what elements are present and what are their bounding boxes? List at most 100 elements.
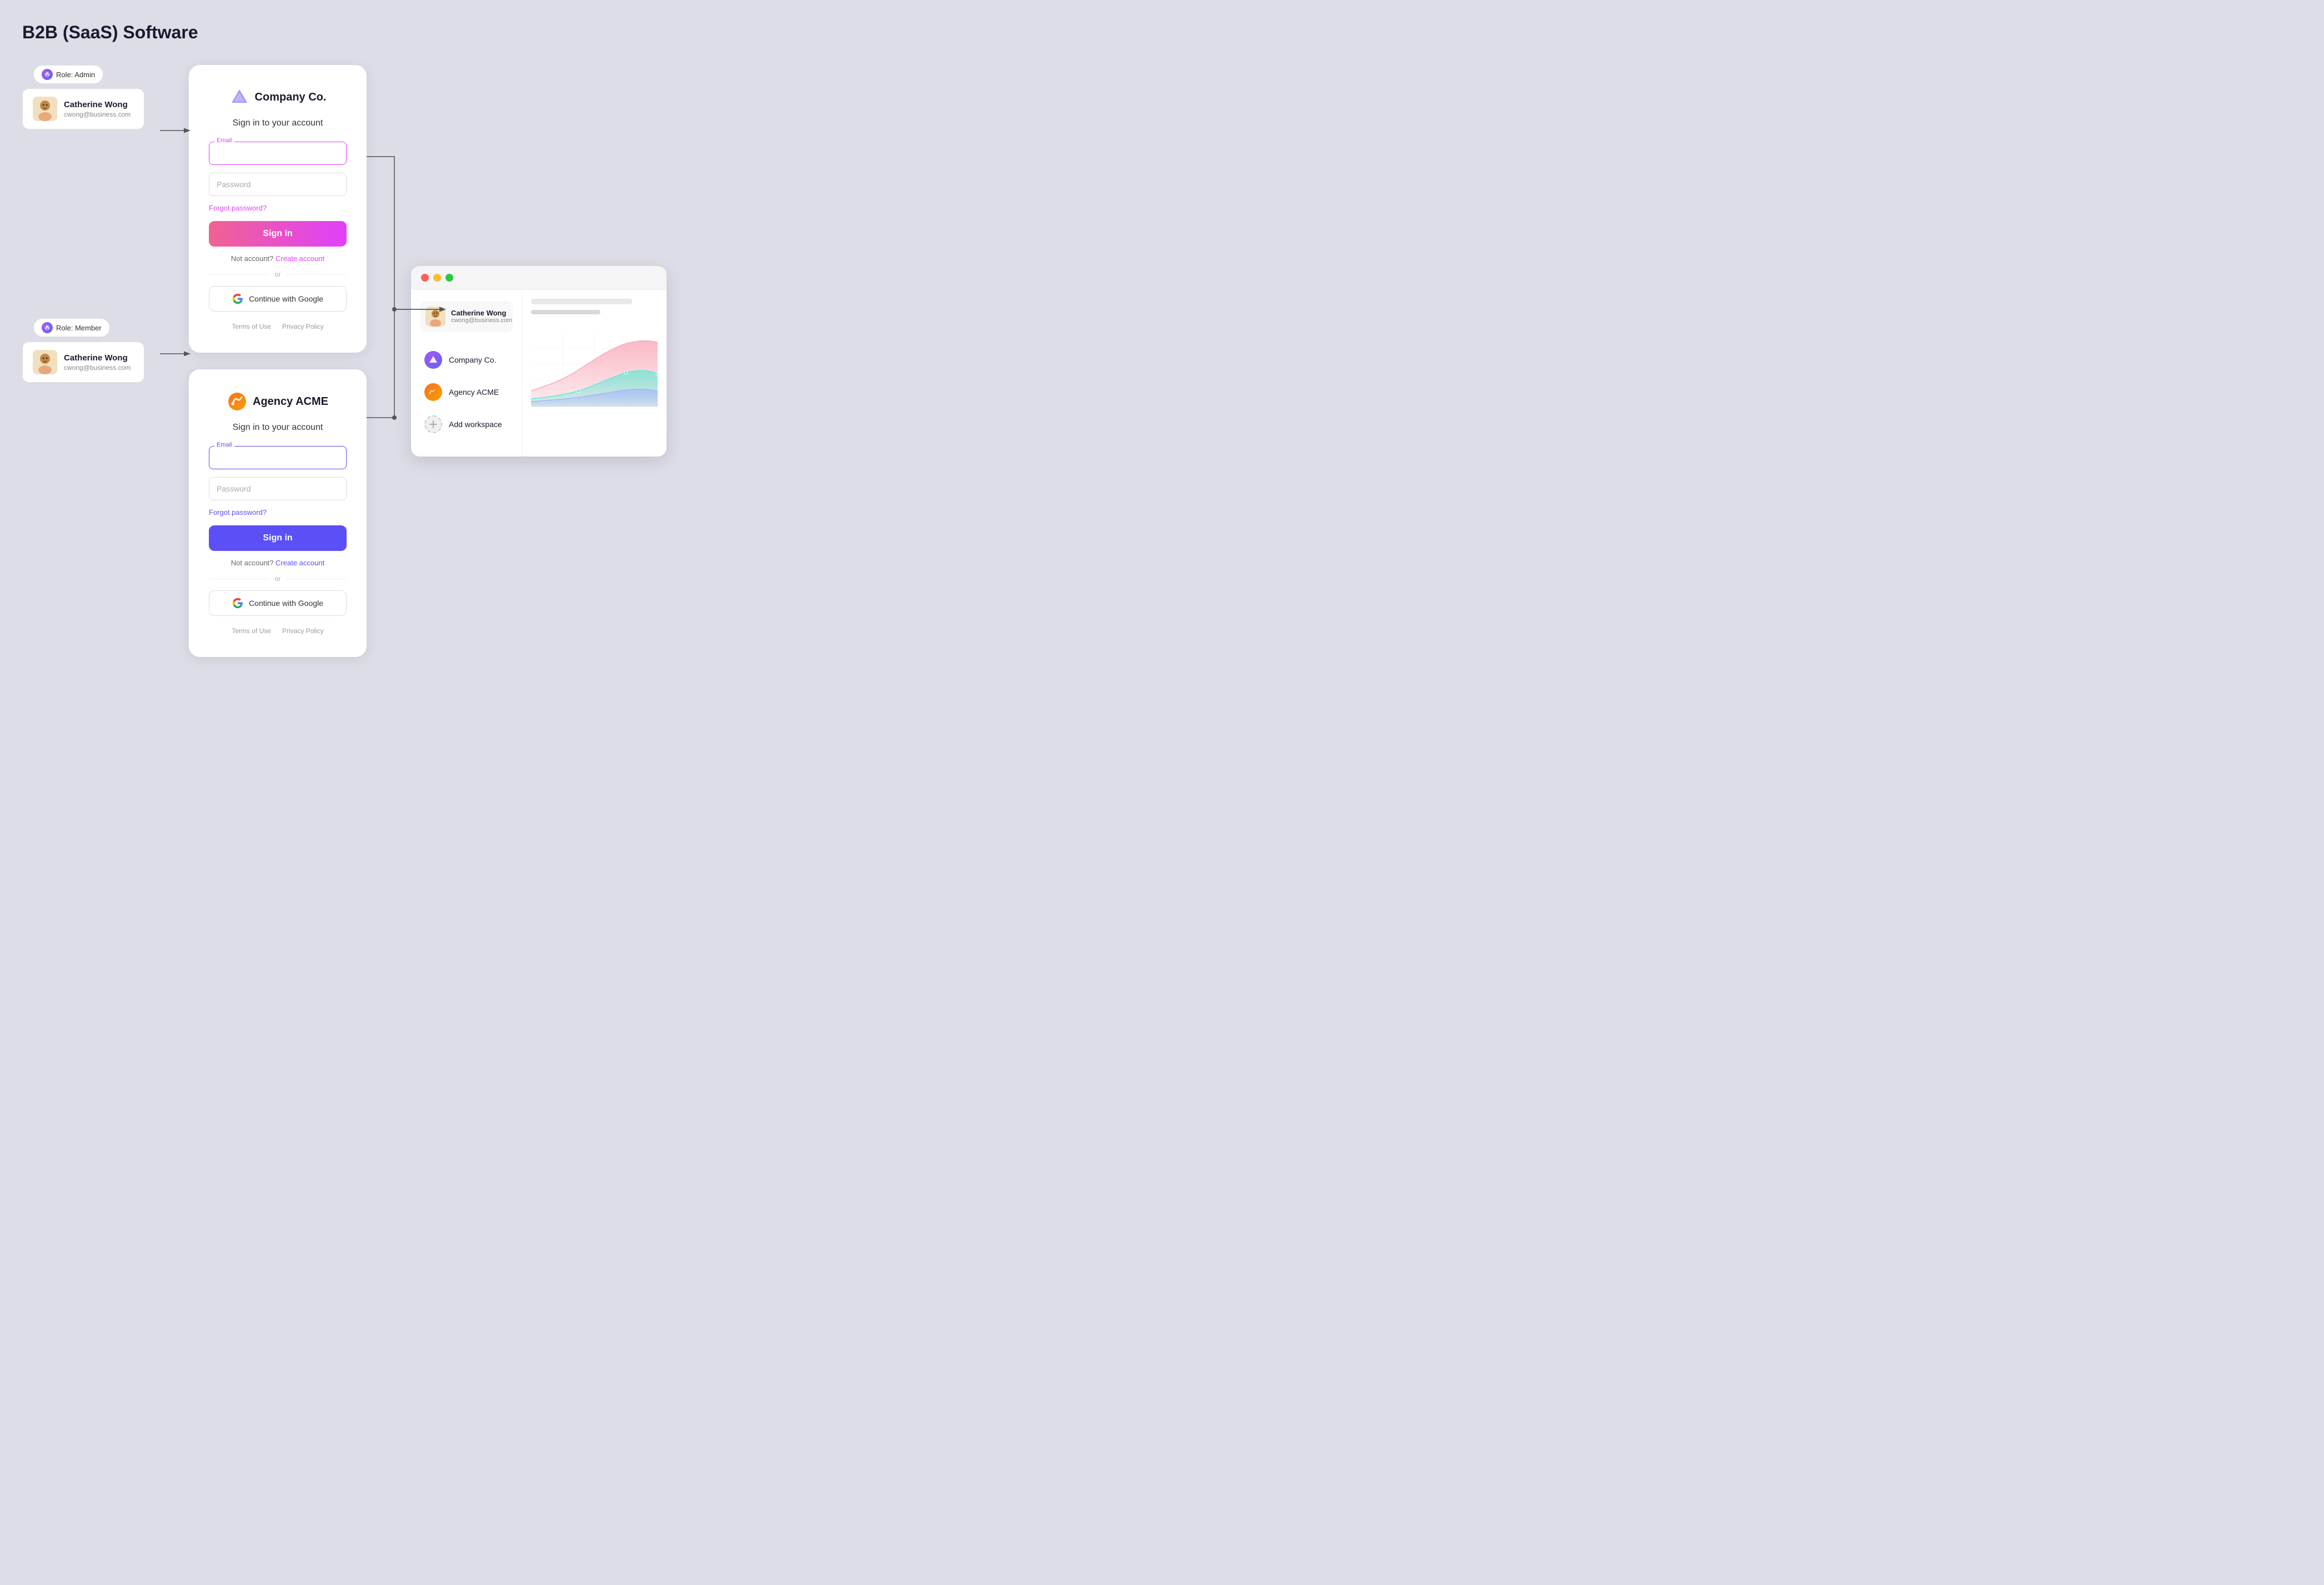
page-title: B2B (SaaS) Software xyxy=(22,22,2302,43)
role-badge-icon xyxy=(42,69,53,80)
company-forgot-password[interactable]: Forgot password? xyxy=(209,204,347,212)
agency-logo-area: Agency ACME xyxy=(209,392,347,412)
agency-email-group: Email xyxy=(209,446,347,469)
chart-svg xyxy=(531,331,658,409)
agency-logo-name: Agency ACME xyxy=(253,395,328,408)
agency-no-account: Not account? Create account xyxy=(209,559,347,567)
ws-company-logo-icon xyxy=(428,355,438,365)
ws-user-name: Catherine Wong xyxy=(451,309,512,317)
ws-avatar-svg xyxy=(425,307,445,327)
titlebar-close-dot[interactable] xyxy=(421,274,429,282)
company-email-label: Email xyxy=(214,137,234,144)
diagram-wrapper: Role: Admin Catherine Wong cwong@busine xyxy=(22,65,2302,657)
member-user-info: Catherine Wong cwong@business.com xyxy=(64,353,131,372)
ws-company-name: Company Co. xyxy=(449,355,497,364)
left-column: Role: Admin Catherine Wong cwong@busine xyxy=(22,65,144,383)
company-logo-name: Company Co. xyxy=(255,91,327,104)
company-google-button[interactable]: Continue with Google xyxy=(209,286,347,312)
agency-google-button-label: Continue with Google xyxy=(249,599,323,608)
member-card-wrapper: Role: Member Catherine Wong cwong@busin xyxy=(22,318,144,383)
company-privacy-link[interactable]: Privacy Policy xyxy=(282,323,324,330)
company-create-account-link[interactable]: Create account xyxy=(276,254,324,263)
member-role-badge: Role: Member xyxy=(33,318,110,337)
workspace-sidebar: Catherine Wong cwong@business.com Compan… xyxy=(411,290,522,457)
workspace-item-add[interactable]: Add workspace xyxy=(420,410,513,439)
admin-user-email: cwong@business.com xyxy=(64,111,131,118)
agency-login-title: Sign in to your account xyxy=(209,423,347,433)
company-login-title: Sign in to your account xyxy=(209,118,347,128)
member-user-name: Catherine Wong xyxy=(64,353,131,363)
company-email-group: Email xyxy=(209,142,347,165)
agency-terms-link[interactable]: Terms of Use xyxy=(232,627,271,635)
member-user-email: cwong@business.com xyxy=(64,364,131,372)
content-line-1 xyxy=(531,299,632,304)
agency-email-label: Email xyxy=(214,442,234,448)
ws-logo-add xyxy=(424,415,442,433)
ws-user-email: cwong@business.com xyxy=(451,317,512,324)
admin-role-badge: Role: Admin xyxy=(33,65,103,84)
agency-login-card: Agency ACME Sign in to your account Emai… xyxy=(189,369,367,657)
admin-avatar-svg xyxy=(33,97,57,121)
agency-password-input[interactable] xyxy=(209,477,347,500)
chart-area xyxy=(531,331,658,448)
titlebar-minimize-dot[interactable] xyxy=(433,274,441,282)
titlebar-maximize-dot[interactable] xyxy=(445,274,453,282)
divider-line-left xyxy=(209,274,269,275)
admin-role-label: Role: Admin xyxy=(56,71,95,79)
ws-user-text: Catherine Wong cwong@business.com xyxy=(451,309,512,324)
ws-add-icon xyxy=(429,420,438,429)
admin-avatar xyxy=(33,97,57,121)
agency-sign-in-button[interactable]: Sign in xyxy=(209,525,347,551)
company-terms-link[interactable]: Terms of Use xyxy=(232,323,271,330)
member-avatar xyxy=(33,350,57,374)
agency-email-input[interactable] xyxy=(209,446,347,469)
company-no-account: Not account? Create account xyxy=(209,254,347,263)
company-password-input[interactable] xyxy=(209,173,347,196)
member-role-badge-icon xyxy=(42,322,53,333)
admin-card-wrapper: Role: Admin Catherine Wong cwong@busine xyxy=(22,65,144,129)
agency-create-account-link[interactable]: Create account xyxy=(276,559,324,567)
window-titlebar xyxy=(411,266,667,290)
google-icon xyxy=(232,293,243,304)
company-divider: or xyxy=(209,270,347,278)
admin-user-card: Catherine Wong cwong@business.com xyxy=(22,88,144,129)
ws-agency-name: Agency ACME xyxy=(449,388,499,397)
company-google-button-label: Continue with Google xyxy=(249,294,323,303)
agency-forgot-password[interactable]: Forgot password? xyxy=(209,508,347,516)
agency-password-group: Password xyxy=(209,477,347,500)
workspace-item-agency[interactable]: Agency ACME xyxy=(420,378,513,407)
company-email-input[interactable] xyxy=(209,142,347,165)
member-user-card: Catherine Wong cwong@business.com xyxy=(22,342,144,383)
agency-google-icon xyxy=(232,598,243,609)
ws-add-workspace-label: Add workspace xyxy=(449,420,502,429)
ws-agency-logo-icon xyxy=(428,387,438,397)
ws-avatar xyxy=(425,307,445,327)
company-logo-area: Company Co. xyxy=(209,87,347,107)
company-logo-icon xyxy=(229,87,249,107)
login-forms-column: Company Co. Sign in to your account Emai… xyxy=(189,65,367,657)
ws-logo-company xyxy=(424,351,442,369)
workspace-item-company[interactable]: Company Co. xyxy=(420,345,513,374)
company-login-card: Company Co. Sign in to your account Emai… xyxy=(189,65,367,353)
ws-user-info: Catherine Wong cwong@business.com xyxy=(420,301,513,332)
company-password-group: Password xyxy=(209,173,347,196)
ws-logo-agency xyxy=(424,383,442,401)
company-sign-in-button[interactable]: Sign in xyxy=(209,221,347,247)
workspace-content xyxy=(522,290,667,457)
divider-line-right xyxy=(286,274,347,275)
company-footer-links: Terms of Use Privacy Policy xyxy=(209,323,347,330)
workspace-column: Catherine Wong cwong@business.com Compan… xyxy=(411,266,667,457)
content-line-2 xyxy=(531,310,600,314)
admin-user-name: Catherine Wong xyxy=(64,100,131,109)
workspace-window: Catherine Wong cwong@business.com Compan… xyxy=(411,266,667,457)
admin-user-info: Catherine Wong cwong@business.com xyxy=(64,100,131,118)
agency-google-button[interactable]: Continue with Google xyxy=(209,590,347,616)
agency-footer-links: Terms of Use Privacy Policy xyxy=(209,627,347,635)
company-or-text: or xyxy=(275,270,281,278)
agency-or-text: or xyxy=(275,575,281,583)
agency-divider: or xyxy=(209,575,347,583)
member-avatar-svg xyxy=(33,350,57,374)
agency-privacy-link[interactable]: Privacy Policy xyxy=(282,627,324,635)
agency-logo-icon xyxy=(227,392,247,412)
member-role-label: Role: Member xyxy=(56,324,102,332)
